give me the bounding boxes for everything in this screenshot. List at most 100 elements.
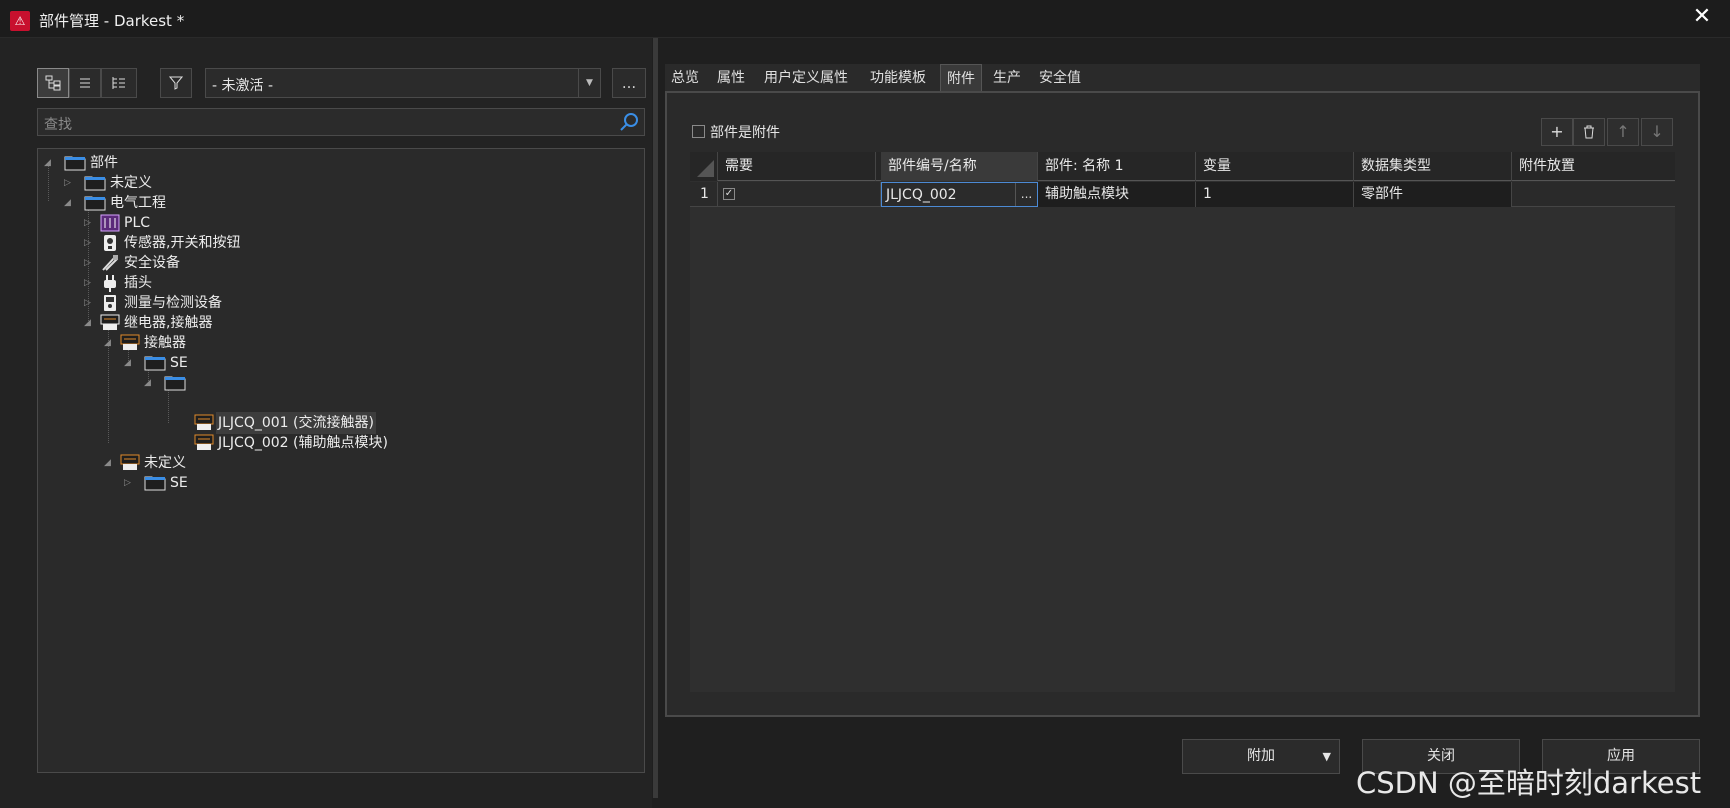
watermark: CSDN @至暗时刻darkest [1356,766,1702,800]
tree-node-label: 未定义 [144,455,186,471]
add-icon: + [1550,122,1564,141]
chevron-down-icon[interactable]: ▼ [1323,740,1331,773]
tree-node-label: 接触器 [144,335,186,351]
expand-icon[interactable]: ◢ [84,318,94,328]
parts-tree[interactable]: ◢ 部件 ▷ 未定义 ◢ 电气工程 ▷ PLC ▷ 传感器,开关和按钮 ▷ 安全… [37,148,645,773]
variant-cell[interactable]: 1 [1196,182,1354,207]
filter-dropdown[interactable]: - 未激活 - ▼ [205,68,601,98]
accessories-grid[interactable]: 需要 部件编号/名称 部件: 名称 1 变量 数据集类型 附件放置 1 ✓ JL… [690,152,1675,692]
eplan-logo-icon: ⚠ [10,11,30,31]
filter-button[interactable] [160,68,192,98]
tab-function-template[interactable]: 功能模板 [864,64,932,92]
filter-dropdown-value: - 未激活 - [212,78,274,94]
plc-icon [100,214,120,232]
required-cell[interactable]: ✓ [718,182,881,207]
search-placeholder: 查找 [44,117,72,133]
grid-corner[interactable] [690,152,718,181]
title-bar: ⚠ 部件管理 - Darkest * ✕ [0,0,1730,38]
window-title: 部件管理 - Darkest * [39,12,185,30]
placement-cell[interactable] [1512,182,1675,207]
search-input[interactable]: 查找 [37,108,645,136]
list-view-button[interactable] [69,68,101,98]
tree-node-label: 测量与检测设备 [124,295,222,311]
move-down-button[interactable]: ↓ [1641,118,1673,146]
folder-icon [84,196,106,211]
tree-view-icon [45,75,61,91]
tab-bar: 总览 属性 用户定义属性 功能模板 附件 生产 安全值 [665,64,1700,92]
select-all-icon [697,160,714,177]
attach-dropdown-button[interactable]: 附加 ▼ [1182,739,1340,774]
move-up-button[interactable]: ↑ [1607,118,1639,146]
filter-more-button[interactable]: ... [612,68,646,98]
folder-icon [164,376,186,391]
table-row[interactable]: 1 ✓ JLJCQ_002 ... 辅助触点模块 1 零部件 [690,182,1675,207]
relay-icon [194,414,214,430]
relay-icon [100,314,120,330]
required-checkbox[interactable]: ✓ [723,188,735,200]
collapse-icon[interactable]: ▷ [84,238,94,248]
tree-node-label: 继电器,接触器 [124,315,213,331]
add-button[interactable]: + [1541,118,1573,146]
sensor-icon [104,235,116,251]
tab-accessories[interactable]: 附件 [940,64,982,92]
grid-header: 需要 部件编号/名称 部件: 名称 1 变量 数据集类型 附件放置 [690,152,1675,181]
collapse-icon[interactable]: ▷ [64,178,74,188]
move-down-icon: ↓ [1650,122,1664,141]
tab-overview[interactable]: 总览 [665,64,705,92]
hierarchy-view-icon [112,77,125,89]
dataset-type-cell[interactable]: 零部件 [1354,182,1512,207]
name1-cell[interactable]: 辅助触点模块 [1038,182,1196,207]
panel-splitter[interactable] [653,38,658,798]
chevron-down-icon[interactable]: ▼ [578,69,600,97]
expand-icon[interactable]: ◢ [104,458,114,468]
folder-icon [144,356,166,371]
column-header-dataset-type[interactable]: 数据集类型 [1354,152,1512,181]
tree-node-label: 传感器,开关和按钮 [124,235,241,251]
tree-node-label: 电气工程 [110,195,166,211]
tree-node-label: 未定义 [110,175,152,191]
collapse-icon[interactable]: ▷ [84,218,94,228]
row-index: 1 [690,182,718,207]
expand-icon[interactable]: ◢ [44,158,54,168]
expand-icon[interactable]: ◢ [144,378,154,388]
tab-safety-values[interactable]: 安全值 [1033,64,1087,92]
delete-icon [1584,125,1594,139]
search-icon[interactable] [618,111,640,133]
expand-icon[interactable]: ◢ [64,198,74,208]
tab-production[interactable]: 生产 [987,64,1027,92]
is-accessory-checkbox[interactable] [692,125,705,138]
plug-icon [104,275,116,292]
filter-icon [168,76,184,90]
folder-icon [64,156,86,171]
move-up-icon: ↑ [1616,122,1630,141]
browse-button[interactable]: ... [1015,183,1037,206]
expand-icon[interactable]: ◢ [124,358,134,368]
tree-node-label: JLJCQ_001 (交流接触器) [216,412,376,434]
collapse-icon[interactable]: ▷ [84,258,94,268]
meter-icon [104,295,116,311]
part-number-cell[interactable]: JLJCQ_002 ... [881,182,1038,207]
column-header-variant[interactable]: 变量 [1196,152,1354,181]
close-window-button[interactable]: ✕ [1688,3,1716,31]
delete-button[interactable] [1573,118,1605,146]
tab-user-properties[interactable]: 用户定义属性 [758,64,854,92]
expand-icon[interactable]: ◢ [104,338,114,348]
tree-node-label: 插头 [124,275,152,291]
column-header-part-number[interactable]: 部件编号/名称 [881,152,1038,181]
tree-view-button[interactable] [37,68,69,98]
tab-properties[interactable]: 属性 [711,64,751,92]
collapse-icon[interactable]: ▷ [84,298,94,308]
folder-icon [144,476,166,491]
relay-icon [120,454,140,470]
column-header-name1[interactable]: 部件: 名称 1 [1038,152,1196,181]
column-header-placement[interactable]: 附件放置 [1512,152,1675,181]
safety-icon [102,255,118,271]
tree-node-label: SE [170,355,188,371]
tree-node-label: PLC [124,215,151,231]
column-header-required[interactable]: 需要 [718,152,876,181]
tree-node-label: SE [170,475,188,491]
attach-button-label: 附加 [1247,748,1275,764]
collapse-icon[interactable]: ▷ [124,478,134,488]
collapse-icon[interactable]: ▷ [84,278,94,288]
hierarchy-view-button[interactable] [101,68,137,98]
